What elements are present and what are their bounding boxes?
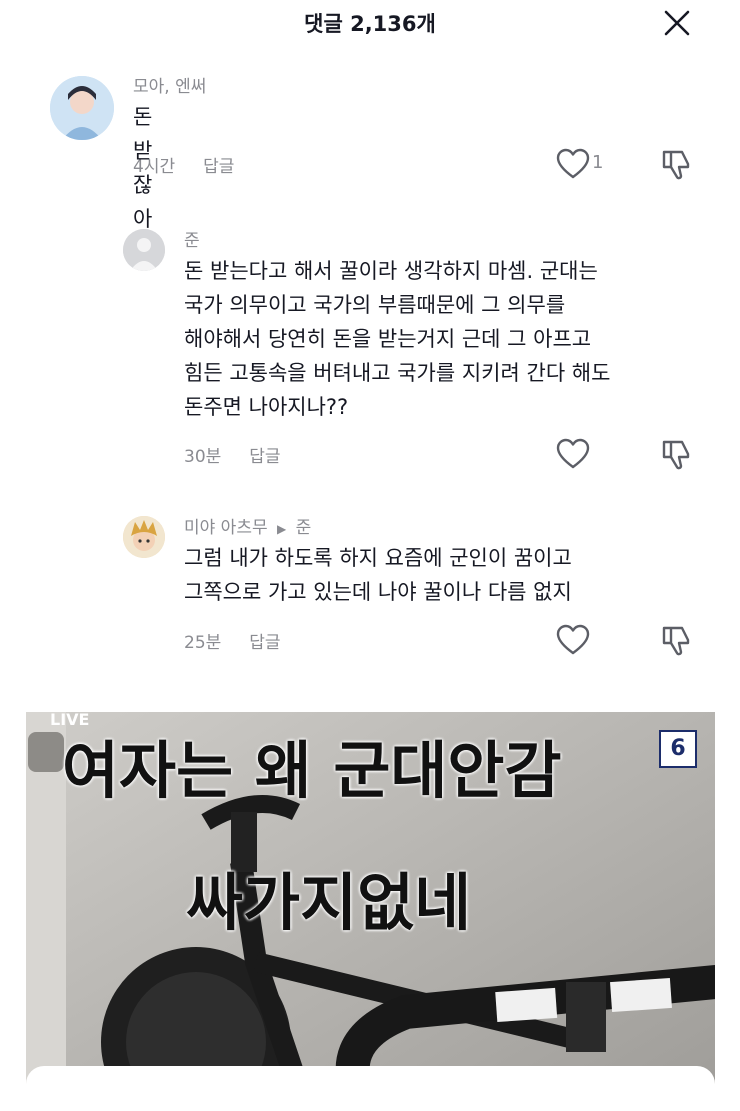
page-number-badge: 6	[659, 730, 697, 768]
reply-button[interactable]: 답글	[203, 157, 234, 177]
thumbs-down-icon[interactable]	[660, 623, 694, 657]
comment-text-line: 국가 의무이고 국가의 부름때문에 그 의무를	[184, 293, 566, 317]
heart-icon[interactable]	[556, 624, 590, 656]
close-icon[interactable]	[662, 8, 692, 38]
comments-title: 댓글 2,136개	[304, 12, 436, 36]
avatar[interactable]	[123, 229, 165, 271]
avatar[interactable]	[50, 76, 114, 140]
comment-meta: 25분 답글	[184, 628, 281, 653]
comment-text-line: 그쪽으로 가고 있는데 나야 꿀이나 다름 없지	[184, 580, 572, 604]
comment-text: 그럼 내가 하도록 하지 요즘에 군인이 꿈이고 그쪽으로 가고 있는데 나야 …	[184, 541, 704, 609]
comment-username[interactable]: 준	[184, 226, 200, 251]
comment-text: 돈 받는다고 해서 꿀이라 생각하지 마셈. 군대는 국가 의무이고 국가의 부…	[184, 254, 704, 424]
avatar[interactable]	[123, 516, 165, 558]
thumbs-down-icon[interactable]	[660, 437, 694, 471]
reply-button[interactable]: 답글	[249, 633, 280, 653]
bottom-sheet	[26, 1066, 715, 1111]
comment-text-line: 해야해서 당연히 돈을 받는거지 근데 그 아프고	[184, 327, 592, 351]
video-overlay-text-line2: 싸가지없네	[186, 866, 472, 939]
comment-text-line: 돈 받는다고 해서 꿀이라 생각하지 마셈. 군대는	[184, 259, 598, 283]
reply-button[interactable]: 답글	[249, 447, 280, 467]
comment-username: 미야 아츠무 ▶ 준	[184, 513, 311, 538]
heart-icon[interactable]	[556, 148, 590, 180]
comment-meta: 4시간 답글	[133, 152, 234, 177]
comment-time: 4시간	[133, 157, 176, 177]
comment-meta: 30분 답글	[184, 442, 281, 467]
like-count: 1	[592, 152, 604, 173]
comment-time: 25분	[184, 633, 222, 653]
comment-username-text[interactable]: 미야 아츠무	[184, 518, 268, 538]
comment-time: 30분	[184, 447, 222, 467]
comment-username[interactable]: 모아, 엔써	[133, 72, 206, 97]
comments-header: 댓글 2,136개	[0, 0, 740, 50]
thumbs-down-icon[interactable]	[660, 147, 694, 181]
video-overlay-text-line1: 여자는 왜 군대안감	[62, 734, 562, 807]
heart-icon[interactable]	[556, 438, 590, 470]
comment-text-line: 힘든 고통속을 버텨내고 국가를 지키려 간다 해도	[184, 361, 611, 385]
comment-text-line: 돈주면 나아지나??	[184, 395, 349, 419]
comment-text-line: 그럼 내가 하도록 하지 요즘에 군인이 꿈이고	[184, 546, 572, 570]
reply-arrow-icon: ▶	[277, 522, 287, 536]
video-preview[interactable]: LIVE 여자는 왜 군대안감 싸가지없네	[26, 712, 715, 1111]
reply-to-username[interactable]: 준	[296, 518, 312, 538]
